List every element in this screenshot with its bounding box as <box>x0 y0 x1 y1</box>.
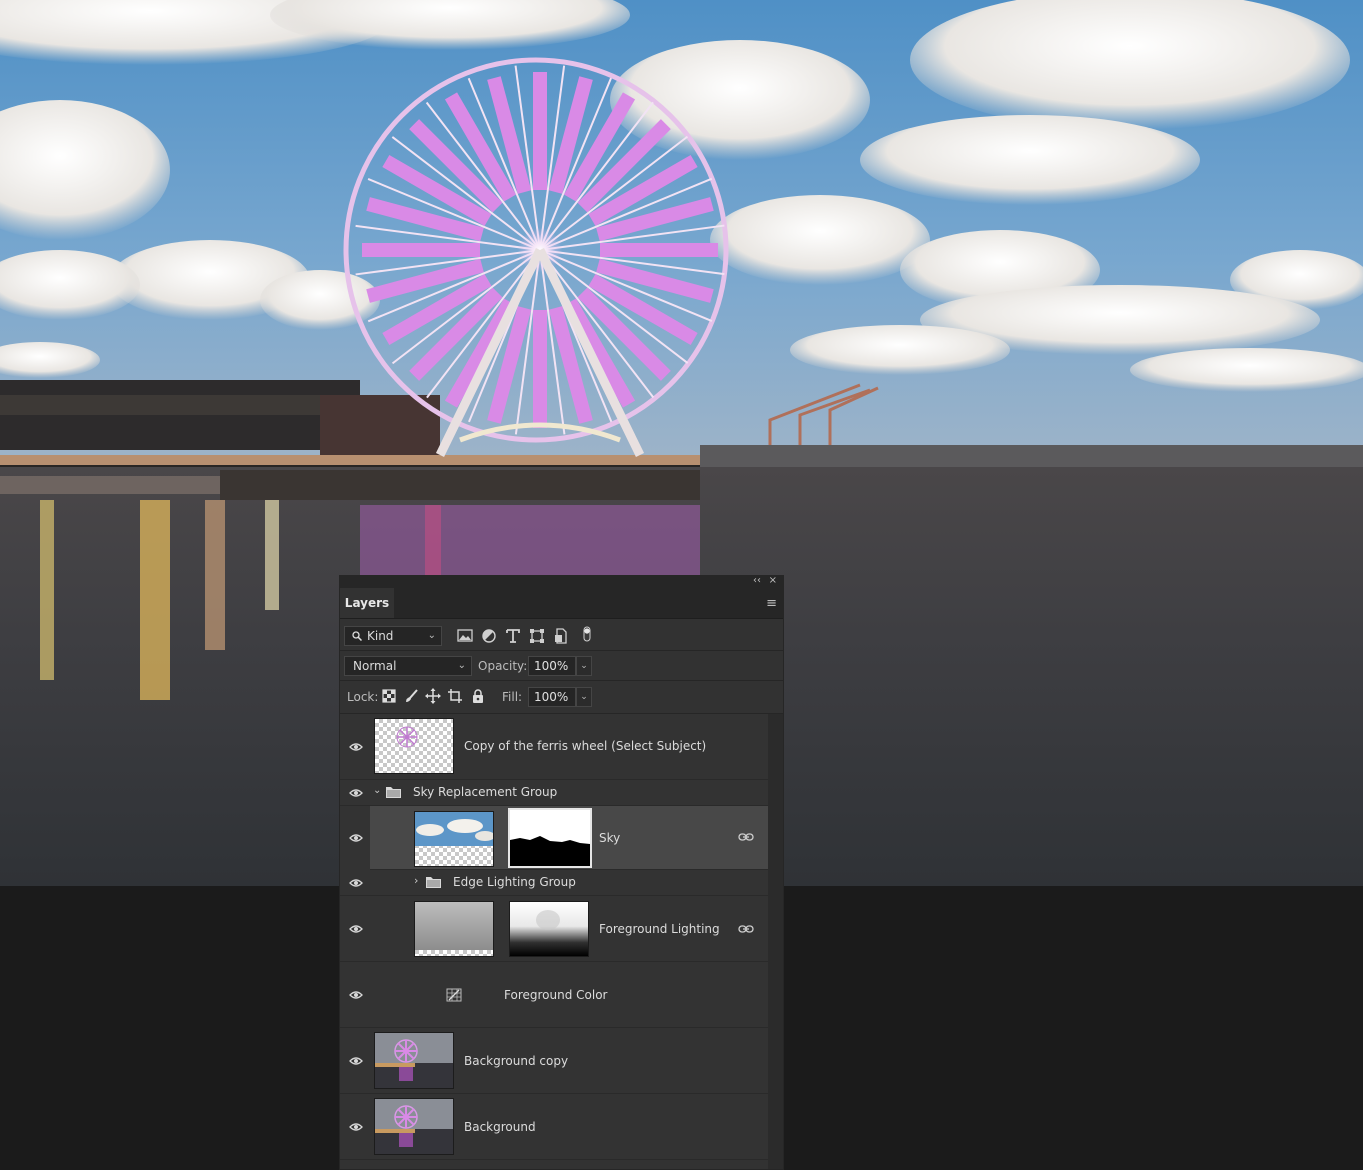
layer-thumbnail[interactable] <box>374 1098 454 1155</box>
collapse-panel-button[interactable]: ‹‹ <box>753 575 761 586</box>
layer-mask-thumbnail[interactable] <box>509 901 589 957</box>
foreground-mask-image <box>510 902 588 956</box>
layer-row-foreground-lighting[interactable]: Foreground Lighting <box>340 896 768 962</box>
fill-input[interactable]: 100% <box>528 687 576 707</box>
layer-row-background-copy[interactable]: Background copy <box>340 1028 768 1094</box>
lock-transparent-pixels-icon[interactable] <box>381 688 397 704</box>
lock-artboard-icon[interactable] <box>447 688 463 704</box>
blend-mode-value: Normal <box>353 659 397 673</box>
layer-name[interactable]: Background <box>464 1120 536 1134</box>
folder-icon <box>426 877 441 888</box>
tab-layers[interactable]: Layers <box>340 588 394 618</box>
layer-thumbnail[interactable] <box>414 811 494 867</box>
fill-dropdown-button[interactable]: ⌄ <box>576 687 592 707</box>
shape-filter-icon[interactable] <box>528 627 546 645</box>
panel-tab-row: Layers ≡ <box>340 588 783 619</box>
search-icon <box>352 631 362 641</box>
lock-image-pixels-icon[interactable] <box>403 688 419 704</box>
foreground-lighting-thumbnail-image <box>415 902 493 956</box>
lock-position-icon[interactable] <box>425 688 441 704</box>
opacity-label: Opacity: <box>478 659 528 673</box>
blend-row: Normal ⌄ Opacity: 100% ⌄ <box>340 651 783 681</box>
layer-thumbnail[interactable] <box>374 718 454 774</box>
layer-thumbnail[interactable] <box>414 901 494 957</box>
layer-name[interactable]: Foreground Color <box>504 988 607 1002</box>
layer-row-edge-lighting-group[interactable]: › Edge Lighting Group <box>340 870 768 896</box>
filter-row: Kind ⌄ <box>340 619 783 651</box>
layers-panel: ‹‹ × Layers ≡ Kind ⌄ Normal ⌄ Opacity: 1… <box>339 575 784 1170</box>
layer-name[interactable]: Sky <box>599 831 620 845</box>
opacity-input[interactable]: 100% <box>528 656 576 676</box>
close-panel-button[interactable]: × <box>769 575 777 586</box>
visibility-eye-icon[interactable] <box>349 833 363 843</box>
filter-kind-dropdown[interactable]: Kind ⌄ <box>344 626 442 646</box>
layer-name[interactable]: Sky Replacement Group <box>413 785 557 799</box>
lock-all-icon[interactable] <box>470 688 486 704</box>
panel-title-bar: ‹‹ × <box>340 575 783 588</box>
ferris-wheel-thumbnail-icon <box>396 726 418 748</box>
link-icon[interactable] <box>738 924 754 934</box>
chevron-down-icon[interactable]: ⌄ <box>373 785 381 796</box>
layer-name[interactable]: Background copy <box>464 1054 568 1068</box>
chevron-down-icon: ⌄ <box>427 630 436 641</box>
chevron-right-icon[interactable]: › <box>414 874 418 887</box>
layer-row-sky[interactable]: Sky <box>340 806 768 870</box>
link-icon[interactable] <box>738 832 754 842</box>
adjustment-filter-icon[interactable] <box>480 627 498 645</box>
filter-toggle-icon[interactable] <box>578 625 596 643</box>
visibility-eye-icon[interactable] <box>349 1122 363 1132</box>
lock-row: Lock: Fill: 100% ⌄ <box>340 681 783 714</box>
layers-scrollbar[interactable] <box>768 714 783 1169</box>
visibility-eye-icon[interactable] <box>349 924 363 934</box>
blend-mode-dropdown[interactable]: Normal ⌄ <box>344 656 472 676</box>
background-thumbnail-image <box>375 1099 453 1154</box>
visibility-eye-icon[interactable] <box>349 878 363 888</box>
visibility-eye-icon[interactable] <box>349 742 363 752</box>
type-filter-icon[interactable] <box>504 627 522 645</box>
filter-kind-label: Kind <box>367 629 394 643</box>
layer-row-ferris-wheel-copy[interactable]: Copy of the ferris wheel (Select Subject… <box>340 714 768 780</box>
background-copy-thumbnail-image <box>375 1033 453 1088</box>
color-lookup-adjustment-icon[interactable] <box>446 988 462 1002</box>
layer-name[interactable]: Edge Lighting Group <box>453 875 576 889</box>
layer-row-sky-replacement-group[interactable]: ⌄ Sky Replacement Group <box>340 780 768 806</box>
lock-label: Lock: <box>347 690 379 704</box>
sky-thumbnail-image <box>415 812 493 866</box>
pixel-filter-icon[interactable] <box>456 627 474 645</box>
layer-name[interactable]: Copy of the ferris wheel (Select Subject… <box>464 739 706 753</box>
opacity-dropdown-button[interactable]: ⌄ <box>576 656 592 676</box>
visibility-eye-icon[interactable] <box>349 1056 363 1066</box>
layer-row-background[interactable]: Background <box>340 1094 768 1160</box>
layer-mask-thumbnail[interactable] <box>508 808 592 868</box>
layer-thumbnail[interactable] <box>374 1032 454 1089</box>
smart-object-filter-icon[interactable] <box>552 627 570 645</box>
visibility-eye-icon[interactable] <box>349 990 363 1000</box>
layer-name[interactable]: Foreground Lighting <box>599 922 720 936</box>
sky-mask-image <box>510 810 590 866</box>
layer-row-foreground-color[interactable]: Foreground Color <box>340 962 768 1028</box>
visibility-eye-icon[interactable] <box>349 788 363 798</box>
folder-icon <box>386 787 401 798</box>
panel-menu-icon[interactable]: ≡ <box>766 596 777 611</box>
chevron-down-icon: ⌄ <box>457 660 466 671</box>
fill-label: Fill: <box>502 690 523 704</box>
